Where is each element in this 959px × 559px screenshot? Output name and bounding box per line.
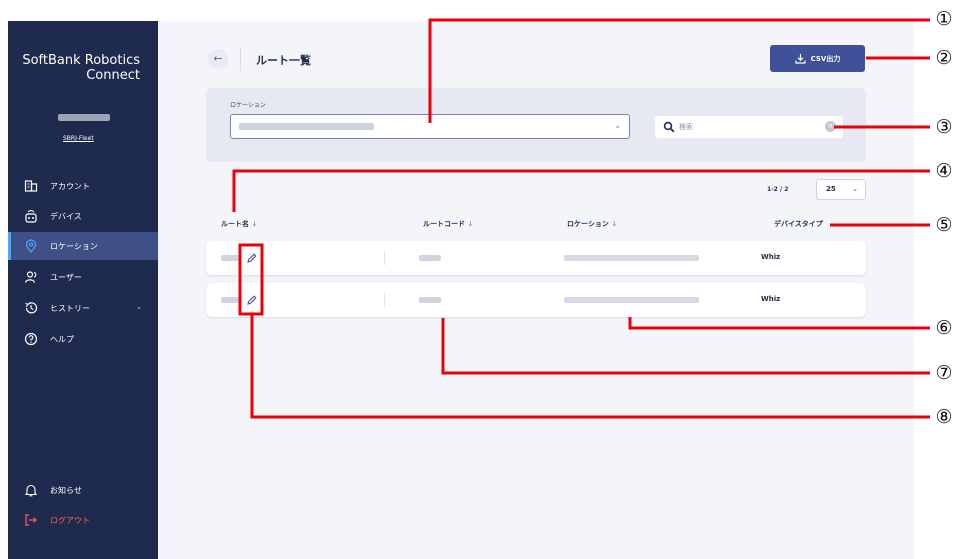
csv-export-button[interactable]: CSV出力 bbox=[770, 45, 865, 72]
sidebar-item-label: ロケーション bbox=[50, 241, 98, 251]
user-group-link[interactable]: SBRJ-Fleet bbox=[63, 135, 94, 142]
device-robot-icon bbox=[24, 209, 38, 223]
edit-pencil-icon[interactable] bbox=[246, 252, 258, 264]
brand-line1: SoftBank Robotics bbox=[22, 53, 140, 68]
sidebar-item-label: デバイス bbox=[50, 211, 82, 221]
pagination-range: 1-2 / 2 bbox=[767, 186, 789, 193]
location-pin-icon bbox=[24, 239, 38, 253]
main-content: ← ルート一覧 CSV出力 ロケーション ⌄ × 1-2 / 2 25 ⌄ ルー… bbox=[158, 21, 914, 559]
sort-arrow-icon: ↓ bbox=[611, 220, 618, 228]
search-icon bbox=[663, 121, 675, 133]
rows-per-page-value: 25 bbox=[826, 185, 836, 193]
logout-label: ログアウト bbox=[50, 515, 90, 525]
bell-icon bbox=[24, 483, 38, 497]
column-label: ロケーション bbox=[567, 220, 609, 228]
chevron-down-icon[interactable]: ⌄ bbox=[136, 303, 142, 311]
sidebar-item-label: ヘルプ bbox=[50, 334, 74, 344]
table-row[interactable]: Whiz bbox=[206, 283, 866, 317]
column-header-device-type: デバイスタイプ bbox=[774, 219, 823, 229]
sidebar-item-history[interactable]: ヒストリー ⌄ bbox=[8, 294, 158, 322]
column-label: ルート名 bbox=[221, 220, 249, 228]
clear-search-icon[interactable]: × bbox=[825, 121, 836, 132]
device-type: Whiz bbox=[761, 295, 781, 303]
device-type: Whiz bbox=[761, 253, 781, 261]
location-select[interactable]: ⌄ bbox=[230, 114, 630, 139]
search-input[interactable] bbox=[679, 123, 819, 131]
location-value-redacted bbox=[239, 123, 374, 130]
title-divider bbox=[240, 47, 241, 71]
sidebar-item-location[interactable]: ロケーション bbox=[8, 232, 158, 260]
sidebar-item-account[interactable]: アカウント bbox=[8, 172, 158, 200]
route-code-redacted bbox=[419, 297, 441, 303]
page-title: ルート一覧 bbox=[256, 54, 311, 67]
location-redacted bbox=[564, 255, 699, 261]
app-window: SoftBank Robotics Connect SBRJ-Fleet アカウ… bbox=[8, 21, 914, 559]
sidebar: SoftBank Robotics Connect SBRJ-Fleet アカウ… bbox=[8, 21, 158, 559]
table-row[interactable]: Whiz bbox=[206, 241, 866, 275]
row-divider bbox=[384, 293, 385, 307]
sort-arrow-icon: ↓ bbox=[467, 220, 474, 228]
route-name-redacted bbox=[221, 255, 241, 261]
csv-export-label: CSV出力 bbox=[810, 54, 841, 63]
rows-per-page-select[interactable]: 25 ⌄ bbox=[816, 179, 866, 200]
column-label: ルートコード bbox=[423, 220, 465, 228]
annotation-number-1: ① bbox=[935, 8, 953, 30]
chevron-down-icon: ⌄ bbox=[614, 121, 621, 130]
sidebar-item-label: アカウント bbox=[50, 181, 90, 191]
back-button[interactable]: ← bbox=[208, 49, 228, 69]
brand-logo: SoftBank Robotics Connect bbox=[8, 53, 140, 83]
sidebar-item-label: ヒストリー bbox=[50, 303, 90, 313]
annotation-number-3: ③ bbox=[935, 116, 953, 138]
row-divider bbox=[384, 251, 385, 265]
search-box[interactable]: × bbox=[655, 116, 843, 138]
sidebar-item-label: ユーザー bbox=[50, 272, 82, 282]
column-header-location[interactable]: ロケーション ↓ bbox=[567, 219, 617, 229]
user-name-redacted bbox=[58, 114, 110, 121]
annotation-number-8: ⑧ bbox=[935, 406, 953, 428]
location-redacted bbox=[564, 297, 699, 303]
notifications-label: お知らせ bbox=[50, 485, 82, 495]
edit-pencil-icon[interactable] bbox=[246, 294, 258, 306]
annotation-number-4: ④ bbox=[935, 160, 953, 182]
logout-icon bbox=[24, 513, 38, 527]
history-icon bbox=[24, 301, 38, 315]
annotation-number-2: ② bbox=[935, 47, 953, 69]
account-building-icon bbox=[24, 179, 38, 193]
brand-line2: Connect bbox=[86, 68, 140, 83]
annotation-number-7: ⑦ bbox=[935, 362, 953, 384]
route-code-redacted bbox=[419, 255, 441, 261]
annotation-number-5: ⑤ bbox=[935, 214, 953, 236]
annotation-number-6: ⑥ bbox=[935, 317, 953, 339]
column-label: デバイスタイプ bbox=[774, 220, 823, 228]
users-icon bbox=[24, 270, 38, 284]
sidebar-item-notifications[interactable]: お知らせ bbox=[8, 476, 158, 504]
sidebar-item-logout[interactable]: ログアウト bbox=[8, 506, 158, 534]
sidebar-item-device[interactable]: デバイス bbox=[8, 202, 158, 230]
sidebar-item-help[interactable]: ヘルプ bbox=[8, 325, 158, 353]
column-header-route-code[interactable]: ルートコード ↓ bbox=[423, 219, 473, 229]
help-icon bbox=[24, 332, 38, 346]
download-icon bbox=[795, 54, 806, 64]
column-header-route-name[interactable]: ルート名 ↓ bbox=[221, 219, 257, 229]
chevron-down-icon: ⌄ bbox=[852, 185, 858, 193]
sidebar-item-users[interactable]: ユーザー bbox=[8, 263, 158, 291]
location-filter-label: ロケーション bbox=[230, 102, 266, 109]
sort-arrow-icon: ↓ bbox=[251, 220, 258, 228]
route-name-redacted bbox=[221, 297, 241, 303]
